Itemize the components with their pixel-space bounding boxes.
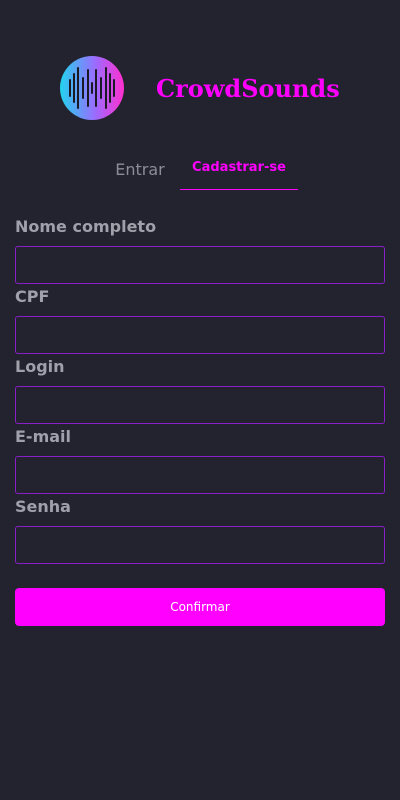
app-title: CrowdSounds: [156, 74, 340, 103]
full-name-input[interactable]: [15, 246, 385, 284]
password-label: Senha: [15, 497, 71, 516]
tab-signup[interactable]: Cadastrar-se: [180, 152, 298, 190]
email-label: E-mail: [15, 427, 72, 446]
confirm-button[interactable]: Confirmar: [15, 588, 385, 626]
signup-form: Nome completo CPF Login E-mail Senha: [15, 216, 385, 566]
login-label: Login: [15, 357, 65, 376]
sound-wave-icon: [69, 67, 115, 109]
cpf-label: CPF: [15, 287, 50, 306]
auth-tabs: Entrar Cadastrar-se: [0, 152, 400, 190]
login-input[interactable]: [15, 386, 385, 424]
signup-screen: CrowdSounds Entrar Cadastrar-se Nome com…: [0, 0, 400, 800]
email-input[interactable]: [15, 456, 385, 494]
tab-login[interactable]: Entrar: [100, 152, 180, 190]
full-name-label: Nome completo: [15, 217, 157, 236]
app-logo: [60, 56, 124, 120]
cpf-input[interactable]: [15, 316, 385, 354]
password-input[interactable]: [15, 526, 385, 564]
app-header: CrowdSounds: [0, 56, 400, 120]
